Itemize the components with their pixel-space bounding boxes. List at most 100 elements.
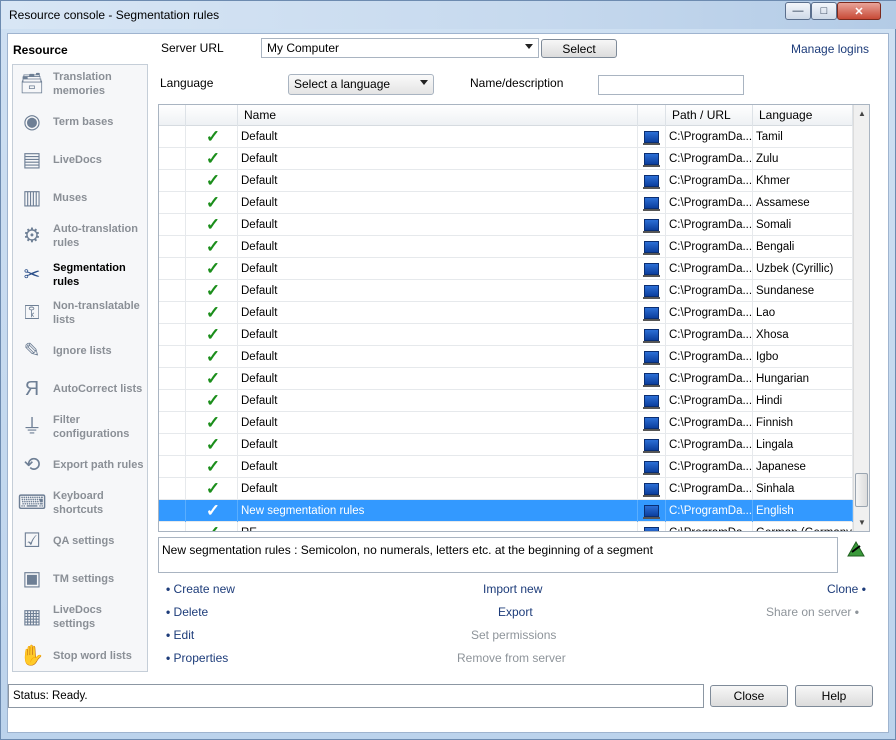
export-path-icon: ⟲ (23, 454, 41, 476)
table-row[interactable]: ✓ Default C:\ProgramDa... Tamil (159, 126, 853, 148)
create-new-link[interactable]: • Create new (166, 582, 235, 596)
row-check-cell: ✓ (186, 170, 238, 192)
row-check-cell: ✓ (186, 456, 238, 478)
sidebar-item-export-path-rules[interactable]: ⟲ Export path rules (13, 446, 147, 484)
sidebar-item-auto-translation-rules[interactable]: ⚙ Auto-translation rules (13, 217, 147, 255)
export-link[interactable]: Export (498, 605, 533, 619)
sidebar-item-translation-memories[interactable]: 🗃 Translation memories (13, 65, 147, 103)
row-name: Default (238, 170, 638, 192)
row-check-cell: ✓ (186, 126, 238, 148)
row-blank-cell (159, 258, 186, 280)
table-row[interactable]: ✓ Default C:\ProgramDa... Zulu (159, 148, 853, 170)
row-language: Finnish (753, 412, 853, 434)
local-computer-icon (643, 263, 660, 277)
close-button[interactable]: Close (710, 685, 788, 707)
row-language: Lao (753, 302, 853, 324)
row-path: C:\ProgramDa... (666, 324, 753, 346)
row-check-cell: ✓ (186, 214, 238, 236)
column-header-type[interactable] (638, 105, 666, 126)
sidebar-item-ignore-lists[interactable]: ✎ Ignore lists (13, 332, 147, 370)
scroll-up-arrow-icon[interactable]: ▲ (854, 105, 869, 122)
term-bases-icon: ◉ (23, 111, 41, 134)
close-window-button[interactable]: ✕ (837, 2, 881, 20)
column-header-path[interactable]: Path / URL (666, 105, 753, 126)
select-server-button[interactable]: Select (541, 39, 617, 58)
row-blank-cell (159, 302, 186, 324)
checkmark-icon: ✓ (205, 149, 221, 168)
row-name: Default (238, 412, 638, 434)
local-computer-icon (643, 483, 660, 497)
sidebar-item-label: LiveDocs (53, 154, 102, 167)
row-language: Lingala (753, 434, 853, 456)
manage-logins-link[interactable]: Manage logins (791, 42, 869, 56)
column-header-name[interactable]: Name (238, 105, 638, 126)
local-computer-icon (643, 373, 660, 387)
sidebar-item-filter-configurations[interactable]: ⏚ Filter configurations (13, 408, 147, 446)
maximize-button[interactable]: □ (811, 2, 837, 20)
sidebar-item-livedocs[interactable]: ▤ LiveDocs (13, 141, 147, 179)
language-select[interactable]: Select a language (288, 74, 434, 95)
import-new-link[interactable]: Import new (483, 582, 542, 596)
sidebar-item-keyboard-shortcuts[interactable]: ⌨ Keyboard shortcuts (13, 484, 147, 522)
table-row[interactable]: ✓ Default C:\ProgramDa... Xhosa (159, 324, 853, 346)
scrollbar-thumb[interactable] (855, 473, 868, 507)
sidebar-item-qa-settings[interactable]: ☑ QA settings (13, 522, 147, 560)
sidebar-item-segmentation-rules[interactable]: ✂ Segmentation rules (13, 256, 147, 294)
row-path: C:\ProgramDa... (666, 522, 753, 531)
remove-from-server-link[interactable]: Remove from server (457, 651, 566, 665)
row-name: Default (238, 456, 638, 478)
row-type-cell (638, 478, 666, 500)
sidebar-item-term-bases[interactable]: ◉ Term bases (13, 103, 147, 141)
table-row[interactable]: ✓ Default C:\ProgramDa... Lingala (159, 434, 853, 456)
table-row[interactable]: ✓ Default C:\ProgramDa... Sinhala (159, 478, 853, 500)
table-row[interactable]: ✓ Default C:\ProgramDa... Igbo (159, 346, 853, 368)
column-header-check[interactable] (186, 105, 238, 126)
table-row[interactable]: ✓ New segmentation rules C:\ProgramDa... En… (159, 500, 853, 522)
server-url-combo[interactable]: My Computer (261, 38, 539, 58)
local-computer-icon (644, 527, 659, 531)
row-blank-cell (159, 522, 186, 531)
column-header-blank[interactable] (159, 105, 186, 126)
table-row[interactable]: ✓ Default C:\ProgramDa... Hungarian (159, 368, 853, 390)
help-button[interactable]: Help (795, 685, 873, 707)
table-row[interactable]: ✓ Default C:\ProgramDa... Sundanese (159, 280, 853, 302)
sidebar-item-non-translatable-lists[interactable]: ⚿ Non-translatable lists (13, 294, 147, 332)
table-row[interactable]: ✓ Default C:\ProgramDa... Uzbek (Cyrillic) (159, 258, 853, 280)
sidebar-item-tm-settings[interactable]: ▣ TM settings (13, 560, 147, 598)
table-row[interactable]: ✓ Default C:\ProgramDa... Somali (159, 214, 853, 236)
table-row[interactable]: ✓ Default C:\ProgramDa... Bengali (159, 236, 853, 258)
table-row[interactable]: ✓ Default C:\ProgramDa... Finnish (159, 412, 853, 434)
row-blank-cell (159, 390, 186, 412)
table-row[interactable]: ✓ Default C:\ProgramDa... Assamese (159, 192, 853, 214)
column-header-language[interactable]: Language (753, 105, 853, 126)
table-row[interactable]: ✓ RE... C:\ProgramDa...German (Germany) (159, 522, 853, 531)
checkmark-icon: ✓ (205, 215, 221, 234)
delete-link[interactable]: • Delete (166, 605, 208, 619)
sidebar-item-muses[interactable]: ▥ Muses (13, 179, 147, 217)
vertical-scrollbar[interactable]: ▲ ▼ (853, 105, 869, 531)
table-row[interactable]: ✓ Default C:\ProgramDa... Japanese (159, 456, 853, 478)
sidebar-item-livedocs-settings[interactable]: ▦ LiveDocs settings (13, 598, 147, 636)
checkmark-icon: ✓ (205, 237, 221, 256)
row-check-cell: ✓ (186, 192, 238, 214)
sidebar-item-autocorrect-lists[interactable]: Я AutoCorrect lists (13, 370, 147, 408)
sidebar-item-stop-word-lists[interactable]: ✋ Stop word lists (13, 637, 147, 675)
table-row[interactable]: ✓ Default C:\ProgramDa... Hindi (159, 390, 853, 412)
minimize-button[interactable]: — (785, 2, 811, 20)
name-description-label: Name/description (470, 76, 564, 90)
table-row[interactable]: ✓ Default C:\ProgramDa... Khmer (159, 170, 853, 192)
share-on-server-link[interactable]: Share on server • (766, 605, 859, 619)
scroll-down-arrow-icon[interactable]: ▼ (854, 514, 869, 531)
resource-console-window: Resource console - Segmentation rules — … (0, 0, 896, 740)
name-description-input[interactable] (598, 75, 744, 95)
set-permissions-link[interactable]: Set permissions (471, 628, 556, 642)
row-name: Default (238, 148, 638, 170)
clone-link[interactable]: Clone • (827, 582, 866, 596)
title-bar[interactable]: Resource console - Segmentation rules — … (1, 1, 896, 29)
row-path: C:\ProgramDa... (666, 214, 753, 236)
checkmark-icon: ✓ (205, 391, 221, 410)
edit-link[interactable]: • Edit (166, 628, 194, 642)
edit-description-icon[interactable] (846, 540, 866, 558)
table-row[interactable]: ✓ Default C:\ProgramDa... Lao (159, 302, 853, 324)
properties-link[interactable]: • Properties (166, 651, 228, 665)
